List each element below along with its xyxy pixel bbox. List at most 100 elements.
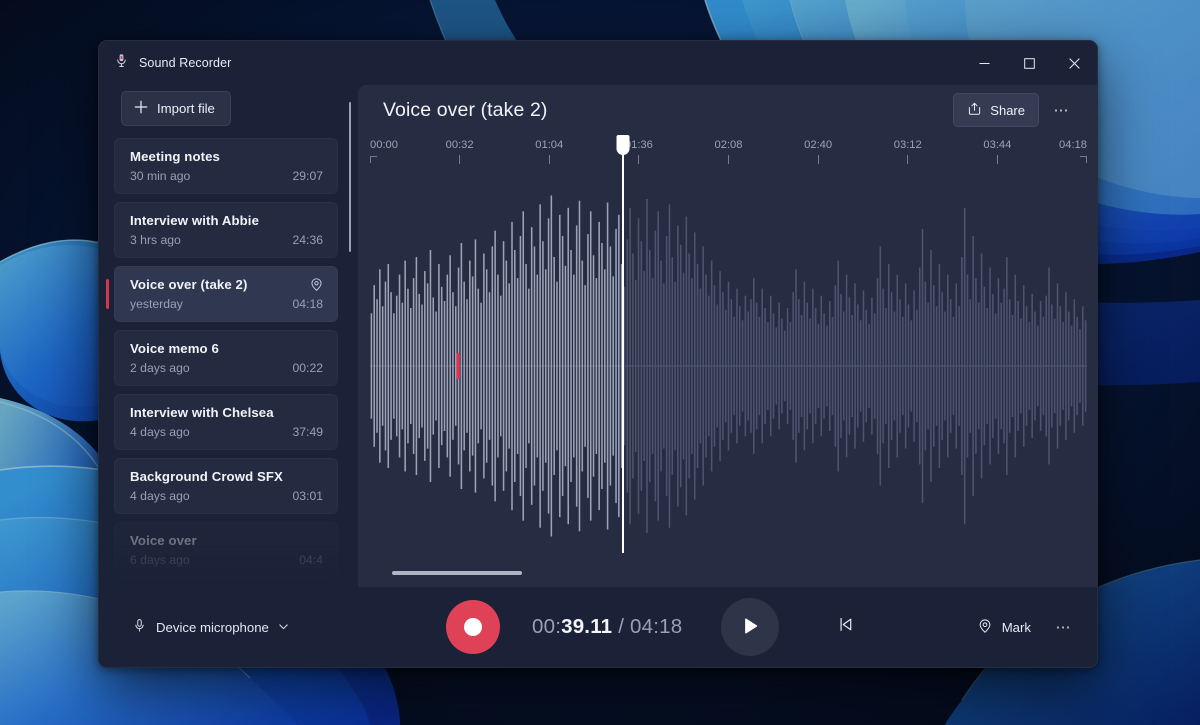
add-mark-button[interactable]: Mark	[965, 610, 1043, 645]
minimize-button[interactable]	[962, 41, 1007, 85]
device-microphone-label: Device microphone	[156, 620, 269, 635]
ruler-tick: 02:40	[804, 139, 832, 164]
ruler-tick-mark	[818, 155, 819, 164]
recording-meta: 3 hrs ago24:36	[130, 233, 323, 247]
waveform-canvas[interactable]	[370, 179, 1087, 553]
record-circle-icon	[464, 618, 482, 636]
ruler-tick-label: 02:08	[715, 139, 743, 151]
play-button[interactable]	[721, 598, 779, 656]
ruler-tick: 02:08	[715, 139, 743, 164]
recording-date: 6 days ago	[130, 553, 190, 567]
chevron-down-icon	[278, 620, 289, 635]
ruler-tick-label: 00:00	[370, 139, 398, 151]
recording-title: Meeting notes	[130, 149, 323, 164]
ruler-tick-mark	[997, 155, 998, 164]
recording-title: Voice memo 6	[130, 341, 323, 356]
recording-meta: 4 days ago03:01	[130, 489, 323, 503]
recordings-list[interactable]: Meeting notes 30 min ago 29:07 Interview wi…	[99, 138, 358, 587]
app-identity: Sound Recorder	[99, 53, 231, 73]
recording-list-item[interactable]: Voice over 6 days ago 04:4	[114, 522, 338, 578]
ruler-tick-label: 03:12	[894, 139, 922, 151]
window-body: Import file Meeting notes 30 min ago 29:07…	[99, 85, 1097, 587]
recording-date: 2 days ago	[130, 361, 190, 375]
close-button[interactable]	[1052, 41, 1097, 85]
header-more-options-button[interactable]: ⋯	[1047, 96, 1075, 124]
import-file-button[interactable]: Import file	[121, 91, 231, 126]
ruler-tick-mark	[638, 155, 639, 164]
time-elapsed-prefix: 00:	[532, 615, 561, 638]
device-microphone-selector[interactable]: Device microphone	[126, 611, 299, 643]
microphone-icon	[114, 53, 129, 73]
sidebar: Import file Meeting notes 30 min ago 29:07…	[99, 85, 358, 587]
recording-list-item[interactable]: Meeting notes 30 min ago 29:07	[114, 138, 338, 194]
time-elapsed: 39.11	[561, 615, 612, 638]
maximize-button[interactable]	[1007, 41, 1052, 85]
ruler-tick-mark	[459, 155, 460, 164]
waveform-scrollbar-track[interactable]	[370, 571, 1087, 575]
recording-meta: 2 days ago 00:22	[130, 361, 323, 375]
ruler-tick-label: 02:40	[804, 139, 832, 151]
sound-recorder-window: Sound Recorder	[98, 40, 1098, 668]
ruler-tick-label: 04:18	[1059, 139, 1087, 151]
recording-title: Interview with Abbie	[130, 213, 323, 228]
transport-more-options-button[interactable]: ⋯	[1047, 611, 1079, 643]
waveform-scrollbar-thumb[interactable]	[392, 571, 522, 575]
recording-list-item[interactable]: Interview with Abbie 3 hrs ago24:36	[114, 202, 338, 258]
import-file-label: Import file	[157, 101, 215, 116]
time-total: 04:18	[630, 615, 682, 638]
window-controls	[962, 41, 1097, 85]
recording-date: yesterday	[130, 297, 183, 311]
recording-duration: 04:18	[293, 297, 324, 311]
playhead[interactable]	[622, 147, 624, 553]
share-icon	[967, 101, 982, 119]
import-row: Import file	[99, 85, 358, 138]
location-pin-icon	[977, 618, 993, 637]
playhead-handle[interactable]	[617, 135, 630, 155]
timeline-ruler[interactable]: 00:0000:3201:0401:3602:0802:4003:1203:44…	[370, 139, 1087, 179]
ruler-tick-mark	[1080, 156, 1087, 163]
recording-list-item[interactable]: Voice over (take 2) yesterday 04:18	[114, 266, 338, 322]
waveform-bars	[370, 179, 1087, 553]
ruler-tick: 00:32	[446, 139, 474, 164]
ruler-tick-label: 01:04	[535, 139, 563, 151]
recording-duration: 00:22	[293, 361, 324, 375]
ruler-tick: 03:44	[983, 139, 1011, 164]
recording-title: Voice over	[130, 533, 323, 548]
record-button[interactable]	[446, 600, 500, 654]
share-button[interactable]: Share	[953, 93, 1039, 127]
recording-meta: 6 days ago 04:4	[130, 553, 323, 567]
recording-duration: 04:4	[299, 553, 323, 567]
recording-list-item[interactable]: Voice memo 6 2 days ago 00:22	[114, 330, 338, 386]
recording-list-item[interactable]: Background Crowd SFX4 days ago03:01	[114, 458, 338, 514]
skip-back-button[interactable]	[827, 609, 863, 645]
recording-date: 30 min ago	[130, 169, 190, 183]
play-icon	[739, 615, 761, 640]
ruler-tick: 04:18	[1059, 139, 1087, 163]
microphone-icon	[132, 618, 147, 636]
ruler-tick-mark	[907, 155, 908, 164]
recording-list-item[interactable]: Interview with Chelsea 4 days ago37:49	[114, 394, 338, 450]
location-pin-icon[interactable]	[309, 277, 324, 297]
recording-duration: 29:07	[293, 169, 324, 183]
time-separator: /	[618, 615, 624, 638]
ruler-tick-mark	[549, 155, 550, 164]
time-display: 00:39.11 / 04:18	[532, 615, 682, 639]
ruler-tick: 01:04	[535, 139, 563, 164]
ruler-tick-label: 03:44	[983, 139, 1011, 151]
sidebar-scrollbar[interactable]	[349, 102, 352, 252]
title-bar[interactable]: Sound Recorder	[99, 41, 1097, 85]
recording-meta: yesterday 04:18	[130, 297, 323, 311]
recording-meta: 30 min ago 29:07	[130, 169, 323, 183]
share-label: Share	[990, 103, 1025, 118]
recording-duration: 24:36	[293, 233, 324, 247]
waveform-area[interactable]	[370, 179, 1087, 587]
recording-meta: 4 days ago37:49	[130, 425, 323, 439]
recording-title: Voice over (take 2)	[130, 277, 323, 292]
ruler-tick-mark	[728, 155, 729, 164]
recording-date: 4 days ago	[130, 425, 190, 439]
page-title: Voice over (take 2)	[383, 99, 953, 122]
ruler-tick: 03:12	[894, 139, 922, 164]
app-title-text: Sound Recorder	[139, 56, 231, 70]
recording-title: Interview with Chelsea	[130, 405, 323, 420]
plus-icon	[134, 100, 148, 117]
